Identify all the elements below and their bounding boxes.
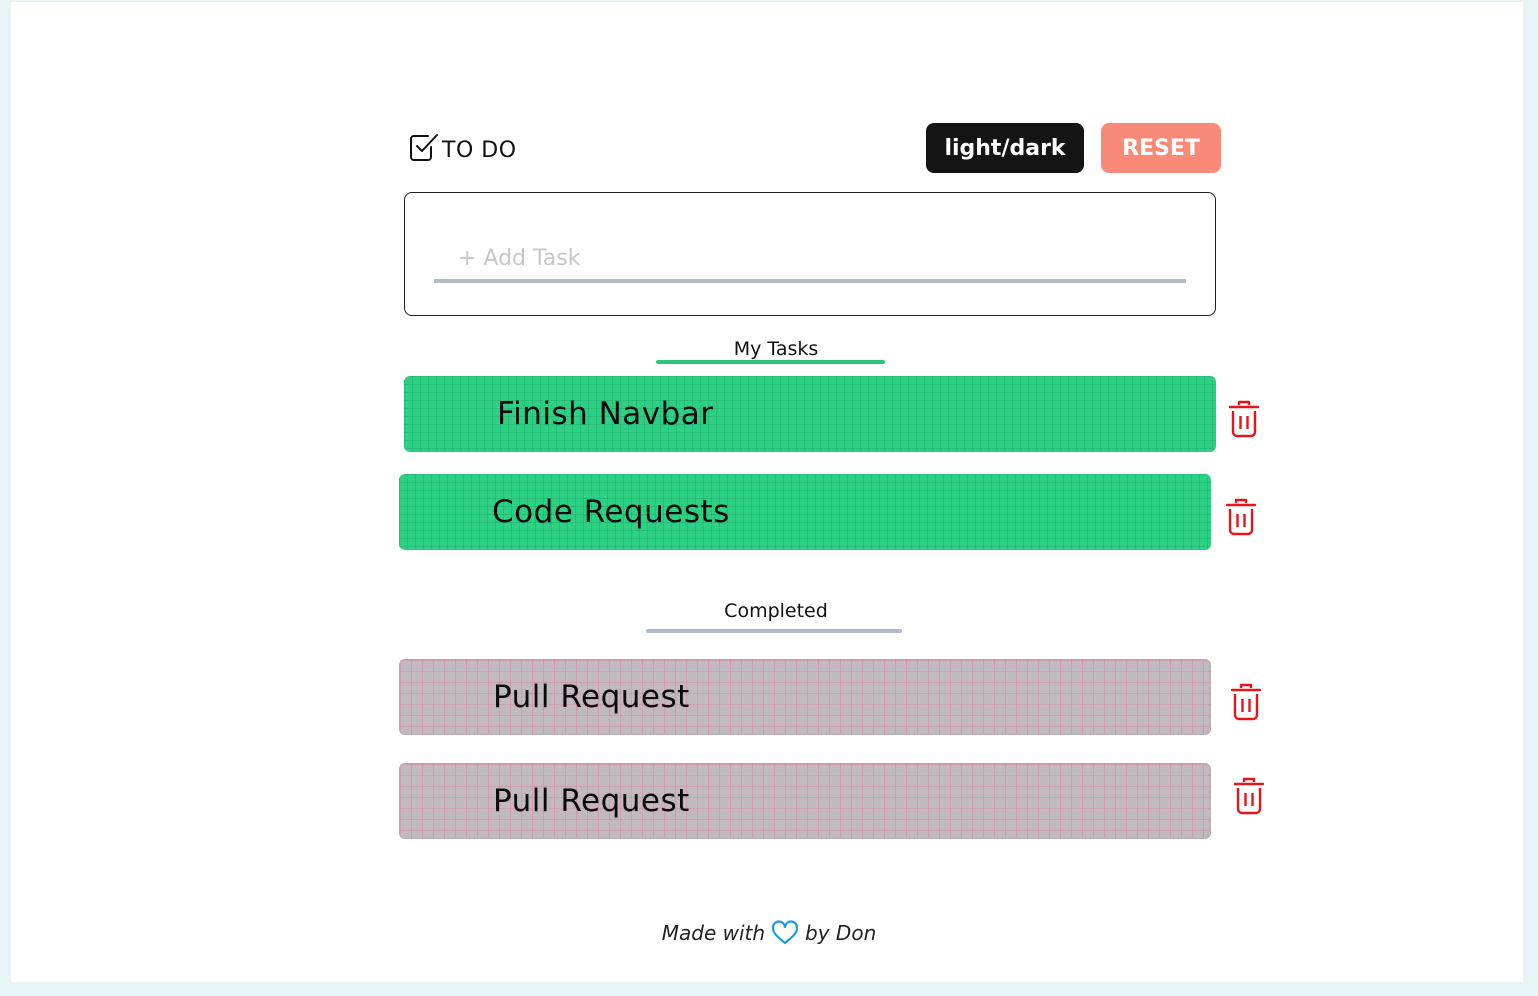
footer: Made with by Don xyxy=(0,920,1538,946)
task-item[interactable]: Finish Navbar xyxy=(404,376,1216,452)
brand: TO DO xyxy=(408,132,517,164)
my-tasks-heading: My Tasks xyxy=(733,338,819,360)
footer-suffix: by Don xyxy=(805,921,877,945)
task-title: Pull Request xyxy=(493,679,690,715)
completed-task-item[interactable]: Pull Request xyxy=(399,659,1211,735)
theme-toggle-button[interactable]: light/dark xyxy=(926,123,1084,173)
trash-icon[interactable] xyxy=(1232,776,1266,816)
footer-prefix: Made with xyxy=(661,921,766,945)
checkbox-icon xyxy=(408,132,440,164)
add-task-input[interactable] xyxy=(434,237,1186,283)
completed-underline xyxy=(646,629,902,633)
trash-icon[interactable] xyxy=(1224,497,1258,537)
heart-icon xyxy=(771,920,799,946)
task-title: Pull Request xyxy=(493,783,690,819)
my-tasks-underline xyxy=(656,360,885,364)
completed-heading: Completed xyxy=(724,600,828,622)
add-task-card xyxy=(404,192,1216,316)
task-item[interactable]: Code Requests xyxy=(399,474,1211,550)
brand-label: TO DO xyxy=(442,137,517,163)
task-title: Finish Navbar xyxy=(497,396,714,432)
reset-button[interactable]: RESET xyxy=(1101,123,1221,173)
trash-icon[interactable] xyxy=(1229,682,1263,722)
task-title: Code Requests xyxy=(492,494,730,530)
completed-task-item[interactable]: Pull Request xyxy=(399,763,1211,839)
trash-icon[interactable] xyxy=(1227,399,1261,439)
